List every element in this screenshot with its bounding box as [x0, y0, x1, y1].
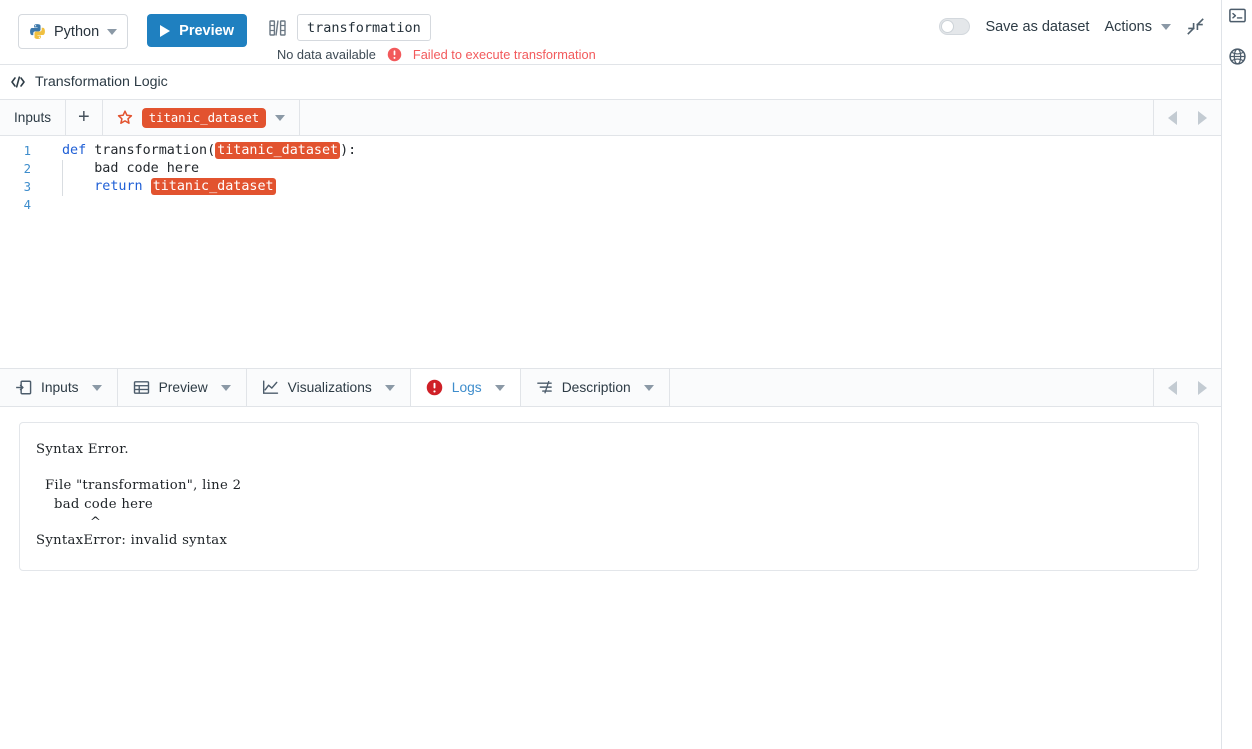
header-right-controls: Save as dataset Actions: [939, 17, 1205, 36]
tab-label: Inputs: [41, 380, 79, 395]
code-line-content: return titanic_dataset: [40, 178, 276, 196]
chevron-down-icon[interactable]: [384, 384, 395, 391]
transformation-editor-app: Python Preview transformation No data av…: [0, 0, 1252, 749]
logs-content: Syntax Error. File "transformation", lin…: [36, 442, 242, 549]
code-keyword: def: [62, 143, 95, 158]
error-exclamation-icon: [426, 379, 443, 396]
tab-description[interactable]: Description: [521, 369, 670, 406]
transformation-logic-bar: Transformation Logic: [0, 65, 1221, 100]
chevron-down-icon: [275, 114, 286, 121]
code-brackets-icon: [10, 74, 26, 90]
tabbar-nav: [1154, 369, 1221, 406]
input-dataset-titanic[interactable]: titanic_dataset: [103, 100, 301, 135]
transformation-name-row: transformation: [269, 14, 596, 41]
chevron-down-icon: [1161, 23, 1171, 30]
terminal-icon[interactable]: [1228, 6, 1247, 25]
tabbar-spacer: [670, 369, 1154, 406]
inputs-bar-nav: [1154, 100, 1221, 135]
code-text: ):: [340, 143, 357, 158]
plus-icon: +: [78, 106, 90, 128]
main-column: Python Preview transformation No data av…: [0, 0, 1222, 749]
arrow-right-icon[interactable]: [1198, 380, 1207, 395]
line-number: 3: [23, 180, 31, 194]
line-number: 2: [23, 162, 31, 176]
actions-menu[interactable]: Actions: [1104, 19, 1171, 35]
line-number: 4: [23, 198, 31, 212]
collapse-arrows-icon[interactable]: [1186, 17, 1205, 36]
preview-button[interactable]: Preview: [147, 14, 247, 47]
line-number: 1: [23, 144, 31, 158]
save-as-dataset-toggle[interactable]: [939, 18, 971, 35]
language-label: Python: [54, 23, 100, 40]
dataset-star-icon: [117, 109, 133, 126]
code-line-content: bad code here: [40, 160, 199, 178]
chevron-down-icon[interactable]: [643, 384, 654, 391]
inputs-icon: [15, 379, 32, 396]
dataset-name-pill: titanic_dataset: [141, 107, 267, 128]
bottom-tab-bar: Inputs Preview Visualizations Logs Descripti…: [0, 368, 1221, 407]
arrow-left-icon[interactable]: [1168, 110, 1177, 125]
arrow-right-icon[interactable]: [1198, 110, 1207, 125]
code-lines: 1 def transformation(titanic_dataset): 2 b…: [0, 142, 1221, 214]
logs-card: Syntax Error. File "transformation", lin…: [19, 422, 1199, 572]
code-line: 1 def transformation(titanic_dataset):: [0, 142, 1221, 160]
inputs-bar-label: Inputs: [0, 100, 67, 135]
toolbar-header: Python Preview transformation No data av…: [0, 0, 1221, 65]
description-icon: [536, 379, 553, 396]
table-icon: [133, 379, 150, 396]
page-title: Transformation Logic: [35, 74, 168, 90]
transformation-name-input[interactable]: transformation: [296, 14, 431, 41]
tab-preview[interactable]: Preview: [118, 369, 247, 406]
actions-label: Actions: [1104, 18, 1152, 35]
tab-logs[interactable]: Logs: [410, 369, 521, 406]
code-variable-pill: titanic_dataset: [215, 142, 341, 159]
globe-icon[interactable]: [1228, 47, 1247, 66]
tab-inputs[interactable]: Inputs: [0, 369, 118, 406]
toggle-knob: [941, 20, 955, 33]
code-line: 2 bad code here: [0, 160, 1221, 178]
code-text: bad code here: [62, 161, 200, 176]
code-line: 4: [0, 196, 1221, 214]
preview-button-label: Preview: [179, 22, 234, 39]
play-icon: [160, 24, 171, 37]
chevron-down-icon[interactable]: [91, 384, 102, 391]
transformation-name-block: transformation No data available Failed …: [269, 14, 596, 62]
chevron-down-icon[interactable]: [220, 384, 231, 391]
tab-visualizations[interactable]: Visualizations: [247, 369, 411, 406]
tab-label: Description: [561, 380, 631, 395]
python-logo-icon: [29, 23, 46, 40]
error-message: Failed to execute transformation: [412, 47, 596, 62]
transformation-name-value: transformation: [306, 19, 421, 36]
logs-panel: Syntax Error. File "transformation", lin…: [0, 407, 1221, 572]
inputs-bar: Inputs + titanic_dataset: [0, 100, 1221, 136]
error-exclamation-icon: [387, 47, 402, 62]
language-selector[interactable]: Python: [18, 14, 129, 49]
inputs-label-text: Inputs: [14, 110, 52, 125]
code-line-content: def transformation(titanic_dataset):: [40, 142, 356, 160]
code-keyword: return: [94, 179, 151, 194]
chevron-down-icon[interactable]: [494, 384, 505, 391]
right-rail: [1222, 0, 1252, 749]
arrow-left-icon[interactable]: [1168, 380, 1177, 395]
save-as-dataset-label[interactable]: Save as dataset: [985, 19, 1089, 35]
no-data-status: No data available: [276, 47, 376, 62]
add-input-button[interactable]: +: [66, 100, 103, 135]
code-line: 3 return titanic_dataset: [0, 178, 1221, 196]
code-text: transformation(: [94, 143, 216, 158]
code-editor[interactable]: 1 def transformation(titanic_dataset): 2 b…: [0, 136, 1221, 368]
tab-label: Preview: [158, 380, 208, 395]
chevron-down-icon: [107, 28, 118, 35]
inputs-bar-spacer: [300, 100, 1154, 135]
tab-label: Visualizations: [287, 380, 372, 395]
line-chart-icon: [262, 379, 279, 396]
tab-label: Logs: [451, 380, 482, 395]
tabs-host: Inputs Preview Visualizations Logs Descripti…: [0, 369, 670, 406]
transformation-icon: [269, 19, 287, 37]
status-row: No data available Failed to execute tran…: [269, 47, 596, 62]
code-variable-pill: titanic_dataset: [150, 178, 276, 195]
